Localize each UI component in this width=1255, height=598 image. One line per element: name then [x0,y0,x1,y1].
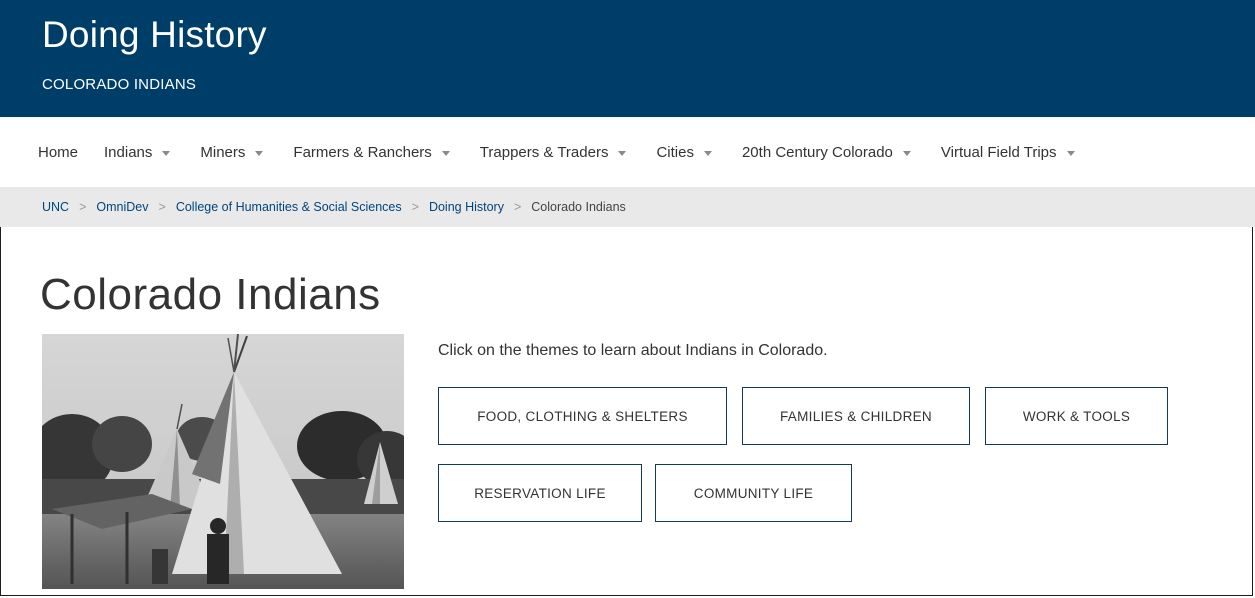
main-nav: Home Indians Miners Farmers & Ranchers T… [0,117,1255,187]
nav-item-label: 20th Century Colorado [741,144,893,161]
theme-button-reservation-life[interactable]: RESERVATION LIFE [438,464,642,522]
site-header: Doing History COLORADO INDIANS [0,0,1255,117]
nav-item-label: Farmers & Ranchers [293,144,432,161]
breadcrumb-item-omnidev[interactable]: OmniDev [96,200,148,214]
breadcrumb-item-unc[interactable]: UNC [42,200,69,214]
nav-item-farmers-ranchers[interactable]: Farmers & Ranchers [293,144,450,161]
theme-button-food-clothing-shelters[interactable]: FOOD, CLOTHING & SHELTERS [438,387,727,445]
breadcrumb-separator: > [513,200,522,214]
nav-item-indians[interactable]: Indians [104,144,171,161]
breadcrumb-separator: > [411,200,419,214]
site-title[interactable]: Doing History [42,14,267,56]
nav-item-20th-century-colorado[interactable]: 20th Century Colorado [742,144,911,161]
caret-down-icon [255,151,264,156]
caret-down-icon [162,151,171,156]
nav-item-label: Trappers & Traders [479,144,609,161]
nav-item-label: Indians [104,144,153,161]
nav-item-home[interactable]: Home [38,144,78,161]
caret-down-icon [618,151,627,156]
site-subtitle[interactable]: COLORADO INDIANS [42,76,196,93]
nav-item-label: Virtual Field Trips [940,144,1057,161]
breadcrumb-item-current: Colorado Indians [531,200,626,214]
caret-down-icon [441,151,450,156]
breadcrumb: UNC > OmniDev > College of Humanities & … [0,187,1255,227]
breadcrumb-separator: > [79,200,87,214]
nav-item-cities[interactable]: Cities [656,144,712,161]
nav-item-miners[interactable]: Miners [200,144,264,161]
caret-down-icon [1066,151,1075,156]
nav-item-virtual-field-trips[interactable]: Virtual Field Trips [941,144,1075,161]
main-nav-list: Home Indians Miners Farmers & Ranchers T… [38,144,1105,161]
intro-text: Click on the themes to learn about India… [438,342,828,359]
breadcrumb-separator: > [158,200,166,214]
theme-button-work-tools[interactable]: WORK & TOOLS [985,387,1168,445]
theme-button-community-life[interactable]: COMMUNITY LIFE [655,464,852,522]
breadcrumb-item-doing-history[interactable]: Doing History [429,200,504,214]
tipi-camp-photo [42,334,404,589]
caret-down-icon [703,151,712,156]
theme-button-families-children[interactable]: FAMILIES & CHILDREN [742,387,970,445]
nav-item-label: Home [38,144,79,161]
nav-item-label: Miners [200,144,246,161]
breadcrumb-item-college[interactable]: College of Humanities & Social Sciences [176,200,402,214]
nav-item-label: Cities [656,144,694,161]
page-title: Colorado Indians [40,270,381,319]
caret-down-icon [902,151,911,156]
nav-item-trappers-traders[interactable]: Trappers & Traders [480,144,627,161]
